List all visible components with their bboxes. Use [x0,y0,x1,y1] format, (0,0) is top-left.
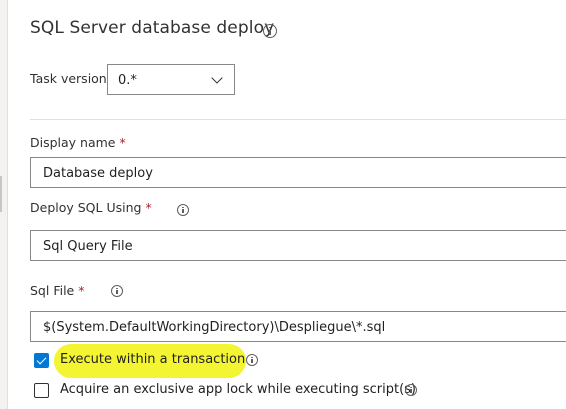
execute-transaction-checkbox[interactable] [34,353,49,368]
task-version-select[interactable]: 0.* [107,64,235,95]
display-name-value: Database deploy [43,166,153,181]
sql-file-info-icon[interactable] [111,285,123,297]
sql-file-field[interactable]: $(System.DefaultWorkingDirectory)\Despli… [30,311,566,342]
required-marker: * [78,283,85,298]
chevron-down-icon [211,72,223,84]
exclusive-app-lock-checkbox[interactable] [34,383,49,398]
exclusive-app-lock-label[interactable]: Acquire an exclusive app lock while exec… [60,382,416,397]
title-info-icon[interactable] [263,24,277,38]
left-gutter [0,0,8,409]
gutter-mark [0,176,2,212]
deploy-sql-using-info-icon[interactable] [177,204,189,216]
task-version-value: 0.* [118,73,137,88]
display-name-label: Display name * [30,135,126,150]
required-marker: * [119,135,126,150]
display-name-field[interactable]: Database deploy [30,157,566,188]
task-version-label: Task version [30,71,107,86]
execute-transaction-label[interactable]: Execute within a transaction [60,352,245,367]
deploy-sql-using-label: Deploy SQL Using * [30,200,152,215]
deploy-sql-using-value: Sql Query File [43,239,133,254]
sql-file-value: $(System.DefaultWorkingDirectory)\Despli… [43,320,386,335]
deploy-sql-using-field[interactable]: Sql Query File [30,230,566,261]
section-divider [30,119,566,120]
required-marker: * [145,200,152,215]
page-title: SQL Server database deploy [30,18,275,38]
exclusive-app-lock-info-icon[interactable] [405,384,417,396]
execute-transaction-info-icon[interactable] [246,354,258,366]
sql-file-label: Sql File * [30,283,85,298]
